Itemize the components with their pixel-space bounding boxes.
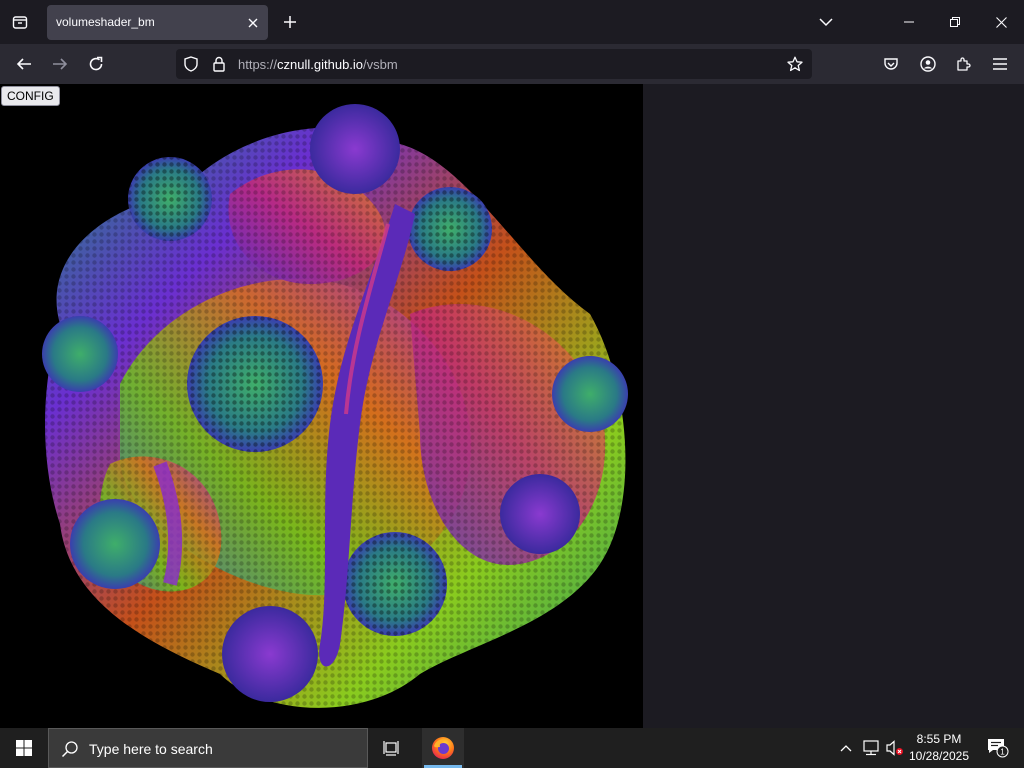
plus-icon (284, 16, 296, 28)
hamburger-icon (993, 58, 1007, 70)
restore-button[interactable] (932, 0, 978, 44)
firefox-view-button[interactable] (6, 8, 34, 36)
taskbar-search-box[interactable]: Type here to search (48, 728, 368, 768)
pocket-icon (884, 58, 898, 70)
start-button[interactable] (0, 728, 48, 768)
close-icon (248, 18, 258, 28)
clock-date: 10/28/2025 (908, 749, 970, 763)
windows-logo-icon (16, 740, 32, 756)
url-path: /vsbm (363, 57, 398, 72)
shield-icon (184, 56, 198, 72)
windows-taskbar: Type here to search 8:55 PM 10/28/2025 1 (0, 728, 1024, 768)
account-button[interactable] (914, 50, 942, 78)
arrow-right-icon (53, 58, 68, 70)
fractal-render-image (42, 104, 628, 708)
notification-icon: 1 (988, 739, 1009, 758)
url-host: cznull.github.io (277, 57, 364, 72)
window-close-button[interactable] (978, 0, 1024, 44)
restore-icon (950, 17, 960, 27)
firefox-icon (432, 737, 454, 759)
tab-list-icon (12, 16, 28, 29)
notification-center-button[interactable]: 1 (978, 728, 1018, 768)
show-hidden-icons-button[interactable] (836, 728, 856, 768)
star-icon (787, 56, 803, 72)
lock-icon (213, 56, 225, 72)
task-view-icon (383, 741, 399, 756)
volume-button[interactable] (884, 728, 906, 768)
url-bar[interactable]: https://cznull.github.io/vsbm (176, 49, 812, 79)
new-tab-button[interactable] (277, 9, 303, 35)
clock-time: 8:55 PM (916, 732, 962, 746)
bookmark-button[interactable] (786, 55, 804, 73)
site-info-button[interactable] (210, 55, 228, 73)
volume-muted-icon (886, 740, 903, 756)
search-placeholder: Type here to search (89, 741, 213, 757)
tab-strip: volumeshader_bm (0, 0, 1024, 44)
search-icon (61, 741, 78, 758)
url-text[interactable]: https://cznull.github.io/vsbm (238, 57, 398, 72)
network-icon (863, 740, 879, 756)
task-view-button[interactable] (372, 728, 412, 768)
tracking-protection-button[interactable] (182, 55, 200, 73)
list-all-tabs-button[interactable] (813, 9, 839, 35)
taskbar-clock[interactable]: 8:55 PM 10/28/2025 (906, 731, 972, 765)
minimize-icon (904, 21, 914, 23)
tab-title: volumeshader_bm (56, 15, 155, 29)
reload-icon (89, 56, 103, 71)
url-scheme: https:// (238, 57, 278, 72)
close-icon (995, 16, 1007, 28)
config-button[interactable]: CONFIG (1, 86, 60, 106)
arrow-left-icon (16, 58, 31, 70)
reload-button[interactable] (82, 50, 110, 78)
minimize-button[interactable] (886, 0, 932, 44)
active-tab[interactable]: volumeshader_bm (47, 5, 268, 40)
notification-count: 1 (1000, 748, 1005, 757)
pocket-button[interactable] (877, 50, 905, 78)
navigation-toolbar: https://cznull.github.io/vsbm (0, 44, 1024, 84)
back-button[interactable] (10, 50, 38, 78)
chevron-up-icon (840, 745, 852, 752)
forward-button[interactable] (46, 50, 74, 78)
tab-close-button[interactable] (243, 13, 263, 33)
firefox-taskbar-button[interactable] (422, 728, 464, 768)
chevron-down-icon (819, 18, 833, 27)
extensions-button[interactable] (950, 50, 978, 78)
page-content: CONFIG (0, 84, 1024, 728)
app-menu-button[interactable] (986, 50, 1014, 78)
puzzle-icon (957, 57, 971, 71)
render-canvas[interactable]: CONFIG (0, 84, 643, 728)
network-button[interactable] (860, 728, 882, 768)
account-icon (920, 56, 936, 72)
